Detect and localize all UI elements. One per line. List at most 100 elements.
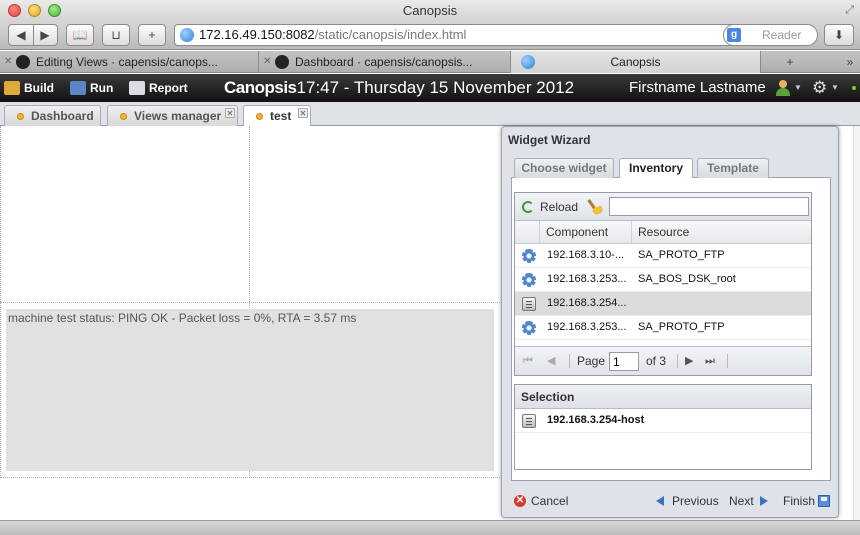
previous-button[interactable]: Previous (672, 485, 719, 517)
grid-toolbar: Reload (515, 193, 811, 221)
next-button[interactable]: Next (729, 485, 754, 517)
grid-pager: ⏮ ◀ Page of 3 ▶ ⏭ (515, 346, 811, 375)
chevron-down-icon[interactable]: ▼ (794, 74, 802, 102)
clear-filter-icon[interactable] (587, 199, 605, 216)
downloads-button[interactable]: ⬇ (824, 24, 854, 46)
table-row[interactable]: 192.168.3.253... SA_BOS_DSK_root (515, 268, 811, 292)
tab-choose-widget[interactable]: Choose widget (514, 158, 614, 178)
add-bookmark-button[interactable]: + (138, 24, 166, 46)
url-text[interactable]: 172.16.49.150:8082/static/canopsis/index… (199, 25, 466, 45)
browser-toolbar: ◀ ▶ 📖 ⊔ + 172.16.49.150:8082/static/canop… (0, 22, 860, 50)
tab-dot-icon (17, 113, 24, 120)
top-sites-icon: ⊔ (111, 28, 121, 42)
next-arrow-icon[interactable] (760, 496, 768, 506)
globe-icon (180, 28, 194, 42)
cell-component: 192.168.3.253... (547, 321, 627, 333)
menu-label: Report (149, 81, 188, 95)
report-icon (129, 81, 145, 95)
cancel-icon[interactable]: ✕ (514, 495, 526, 507)
cell-resource: SA_PROTO_FTP (638, 321, 725, 333)
page-number-input[interactable] (609, 352, 639, 371)
divider (727, 354, 728, 368)
browser-tab-label: Canopsis (610, 55, 661, 69)
tab-overflow-icon[interactable]: » (840, 51, 860, 73)
tab-dot-icon (120, 113, 127, 120)
server-icon (522, 414, 536, 428)
menu-report[interactable]: Report (127, 74, 188, 102)
tab-label: Views manager (134, 109, 222, 123)
status-text: machine test status: PING OK - Packet lo… (8, 311, 357, 325)
browser-tab-dashboard[interactable]: ✕ Dashboard · capensis/canopsis... (259, 51, 511, 73)
close-window-button[interactable] (8, 4, 21, 17)
cell-component: 192.168.3.254... (547, 297, 627, 309)
tab-dashboard[interactable]: Dashboard (4, 105, 101, 126)
table-row[interactable]: 192.168.3.254... (515, 292, 811, 316)
browser-tab-label: Editing Views · capensis/canops... (36, 55, 218, 69)
menu-run[interactable]: Run (68, 74, 113, 102)
brand-name: Canopsis (224, 78, 297, 97)
tab-test[interactable]: test ✕ (243, 105, 311, 127)
url-host: 172.16.49.150:8082 (199, 27, 315, 42)
minimize-window-button[interactable] (28, 4, 41, 17)
next-page-icon[interactable]: ▶ (685, 347, 693, 375)
browser-tab-editing-views[interactable]: ✕ Editing Views · capensis/canops... (0, 51, 259, 73)
table-row[interactable]: 192.168.3.253... SA_PROTO_FTP (515, 316, 811, 340)
search-input[interactable] (609, 197, 809, 216)
previous-arrow-icon[interactable] (656, 496, 664, 506)
column-resource[interactable]: Resource (631, 221, 811, 244)
horizontal-scrollbar[interactable] (0, 520, 860, 535)
last-page-icon[interactable]: ⏭ (705, 347, 715, 375)
back-arrow-icon[interactable]: ◀ (9, 25, 33, 45)
user-name: Firstname Lastname (629, 79, 766, 96)
save-icon[interactable] (818, 495, 830, 507)
google-icon[interactable]: g (727, 28, 741, 42)
inventory-grid: Reload Component Resource 192.168.3.10-.… (514, 192, 812, 376)
tab-template[interactable]: Template (697, 158, 769, 178)
close-icon[interactable]: ✕ (298, 108, 308, 118)
first-page-icon[interactable]: ⏮ (523, 347, 533, 375)
book-icon: 📖 (72, 28, 88, 42)
page-scrollbar[interactable] (853, 126, 860, 520)
gear-icon (522, 249, 536, 263)
top-sites-button[interactable]: ⊔ (102, 24, 130, 46)
forward-arrow-icon[interactable]: ▶ (33, 25, 57, 45)
build-icon (4, 81, 20, 95)
cancel-button[interactable]: Cancel (531, 485, 568, 517)
selection-panel: Selection 192.168.3.254-host (514, 384, 812, 470)
menu-build[interactable]: Build (2, 74, 54, 102)
chevron-down-icon[interactable]: ▼ (831, 74, 839, 102)
divider (0, 302, 502, 303)
list-item[interactable]: 192.168.3.254-host (515, 409, 811, 433)
bookmarks-button[interactable]: 📖 (66, 24, 94, 46)
fullscreen-icon[interactable]: ⤢ (845, 4, 854, 17)
finish-button[interactable]: Finish (783, 485, 815, 517)
wizard-footer: ✕ Cancel Previous Next Finish (502, 485, 838, 517)
menu-label: Build (24, 81, 54, 95)
column-component[interactable]: Component (539, 221, 633, 244)
browser-tab-canopsis[interactable]: Canopsis (511, 51, 761, 73)
prev-page-icon[interactable]: ◀ (547, 347, 555, 375)
globe-icon (521, 55, 535, 69)
divider (0, 477, 502, 478)
zoom-window-button[interactable] (48, 4, 61, 17)
close-tab-icon[interactable]: ✕ (263, 51, 271, 73)
table-row[interactable]: 192.168.3.10-... SA_PROTO_FTP (515, 244, 811, 268)
close-tab-icon[interactable]: ✕ (4, 51, 12, 73)
cell-resource: SA_PROTO_FTP (638, 249, 725, 261)
url-bar[interactable]: 172.16.49.150:8082/static/canopsis/index… (174, 24, 748, 46)
tab-views-manager[interactable]: Views manager ✕ (107, 105, 238, 126)
new-tab-button[interactable]: + (765, 51, 815, 73)
back-forward-buttons[interactable]: ◀ ▶ (8, 24, 58, 46)
reader-button[interactable]: Reader (762, 25, 801, 45)
gear-icon (522, 321, 536, 335)
plus-icon: + (148, 28, 156, 42)
search-bar[interactable]: g Reader (723, 24, 818, 46)
selection-item-label: 192.168.3.254-host (547, 414, 645, 426)
close-icon[interactable]: ✕ (225, 108, 235, 118)
user-icon[interactable] (776, 80, 790, 96)
tab-inventory[interactable]: Inventory (619, 158, 693, 179)
gear-icon[interactable]: ⚙ (812, 74, 827, 102)
reload-button[interactable]: Reload (521, 193, 578, 221)
window-title: Canopsis (402, 3, 458, 18)
app-tabbar: Dashboard Views manager ✕ test ✕ (0, 102, 860, 127)
